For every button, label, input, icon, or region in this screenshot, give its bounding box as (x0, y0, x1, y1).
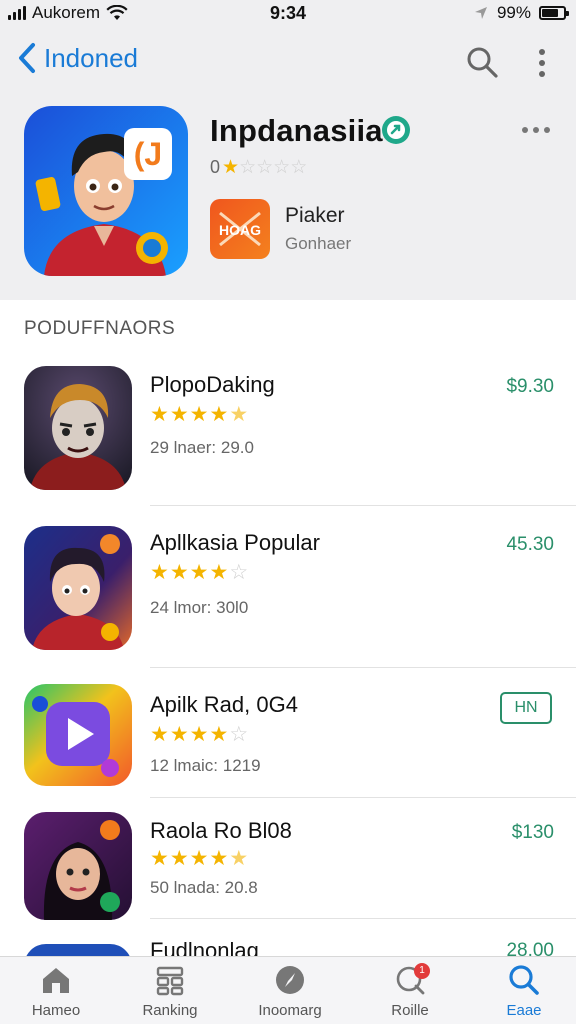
app-price[interactable]: 28.00 (506, 940, 554, 956)
star-icon: ★ (169, 561, 189, 584)
svg-text:(J: (J (134, 136, 162, 172)
tab-label: Inoomarg (258, 1002, 322, 1019)
app-name: Apilk Rad, 0G4 (150, 692, 298, 717)
app-price[interactable]: 45.30 (506, 534, 554, 556)
app-price[interactable]: $130 (512, 822, 554, 844)
search-icon (509, 965, 539, 995)
battery-percent: 99% (496, 3, 531, 22)
app-price-button[interactable]: HN (500, 692, 552, 724)
divider (150, 918, 576, 919)
star-icon: ★ (150, 723, 169, 746)
app-name: PlopoDaking (150, 372, 275, 397)
star-icon: ★ (222, 157, 240, 178)
status-bar: Aukorem 9:34 99% (0, 0, 576, 30)
app-rating-stars: ★ ★ ★ ★ ☆ (150, 724, 248, 745)
app-rating-stars: ★ ★ ★ ★ ★ (150, 404, 248, 425)
star-icon: ★ (189, 561, 209, 584)
star-icon: ★ (169, 723, 189, 746)
tab-profile[interactable]: 1 Roille (360, 963, 460, 1019)
app-meta: 29 lnaer: 29.0 (150, 438, 254, 457)
star-icon: ★ (209, 561, 229, 584)
app-icon (24, 366, 132, 490)
divider (150, 667, 576, 668)
star-icon: ★ (189, 723, 209, 746)
star-icon: ★ (209, 847, 229, 870)
star-icon: ★ (209, 403, 229, 426)
star-icon: ★ (229, 403, 249, 426)
tab-home[interactable]: Hameo (6, 963, 106, 1019)
section-title: PODUFFNAORS (24, 318, 176, 339)
tab-explore[interactable]: Inoomarg (240, 963, 340, 1019)
app-meta: 12 lmaic: 1219 (150, 756, 261, 775)
rating-stars: ★☆☆☆☆ (222, 157, 307, 178)
star-icon: ☆ (229, 723, 249, 746)
star-icon: ★ (209, 723, 229, 746)
ranking-icon (156, 966, 184, 996)
divider (150, 797, 576, 798)
compass-icon (276, 966, 304, 994)
tab-bar: Hameo Ranking Inoomarg 1 Roille Eaae (0, 956, 576, 1024)
app-icon (24, 812, 132, 920)
nav-bar: Indoned (0, 40, 576, 84)
app-name: Apllkasia Popular (150, 530, 320, 555)
star-icon: ★ (150, 561, 169, 584)
app-row[interactable]: Apilk Rad, 0G4 ★ ★ ★ ★ ☆ 12 lmaic: 1219 HN (0, 684, 576, 794)
more-vertical-icon[interactable] (530, 46, 554, 80)
star-icon: ☆ (256, 157, 274, 178)
tab-label: Eaae (506, 1002, 542, 1019)
app-rating-stars: ★ ★ ★ ★ ★ (150, 848, 248, 869)
developer-name[interactable]: Piaker (285, 204, 345, 228)
app-meta: 24 lmor: 30l0 (150, 598, 249, 617)
divider (150, 505, 576, 506)
featured-app-icon[interactable]: (J (24, 106, 188, 276)
back-button[interactable]: Indoned (16, 42, 138, 74)
tab-label: Hameo (31, 1002, 81, 1019)
location-icon (474, 7, 487, 19)
search-icon[interactable] (466, 46, 498, 78)
developer-icon-text: HOAG (219, 222, 261, 238)
app-icon (24, 526, 132, 650)
star-icon: ☆ (239, 157, 257, 178)
developer-icon[interactable]: HOAG (210, 199, 270, 259)
tab-label: Roille (391, 1002, 429, 1019)
chevron-left-icon (19, 43, 35, 73)
star-icon: ★ (150, 847, 169, 870)
status-right: 99% (473, 3, 569, 23)
star-icon: ★ (150, 403, 169, 426)
tab-label: Ranking (142, 1002, 198, 1019)
star-icon: ☆ (273, 157, 291, 178)
star-icon: ☆ (229, 561, 249, 584)
star-icon: ★ (169, 403, 189, 426)
tab-search[interactable]: Eaae (474, 963, 574, 1019)
featured-rating: 0 ★☆☆☆☆ (210, 157, 307, 178)
app-name: Raola Ro Bl08 (150, 818, 292, 843)
notification-badge: 1 (414, 963, 430, 979)
app-name: Fudlnonlag (150, 938, 259, 956)
app-row[interactable]: Raola Ro Bl08 ★ ★ ★ ★ ★ 50 lnada: 20.8 $130 (0, 812, 576, 922)
more-horizontal-icon[interactable] (520, 118, 552, 142)
star-icon: ★ (189, 403, 209, 426)
battery-icon (539, 6, 569, 20)
star-icon: ☆ (290, 157, 308, 178)
star-icon: ★ (229, 847, 249, 870)
back-label: Indoned (44, 42, 138, 73)
app-row[interactable]: Fudlnonlag 28.00 (0, 936, 576, 956)
app-rating-stars: ★ ★ ★ ★ ☆ (150, 562, 248, 583)
star-icon: ★ (189, 847, 209, 870)
tab-ranking[interactable]: Ranking (120, 963, 220, 1019)
app-meta: 50 lnada: 20.8 (150, 878, 258, 897)
app-row[interactable]: Apllkasia Popular ★ ★ ★ ★ ☆ 24 lmor: 30l0 45… (0, 526, 576, 656)
star-icon: ★ (169, 847, 189, 870)
home-icon (43, 968, 69, 993)
verified-badge-icon (382, 116, 410, 144)
app-row[interactable]: PlopoDaking ★ ★ ★ ★ ★ 29 lnaer: 29.0 $9.30 (0, 366, 576, 496)
developer-subtitle: Gonhaer (285, 234, 352, 253)
rating-value: 0 (210, 157, 221, 177)
app-icon (24, 684, 132, 786)
app-price[interactable]: $9.30 (506, 376, 554, 398)
app-icon (24, 944, 132, 956)
featured-app-title: Inpdanasiia (210, 113, 383, 148)
